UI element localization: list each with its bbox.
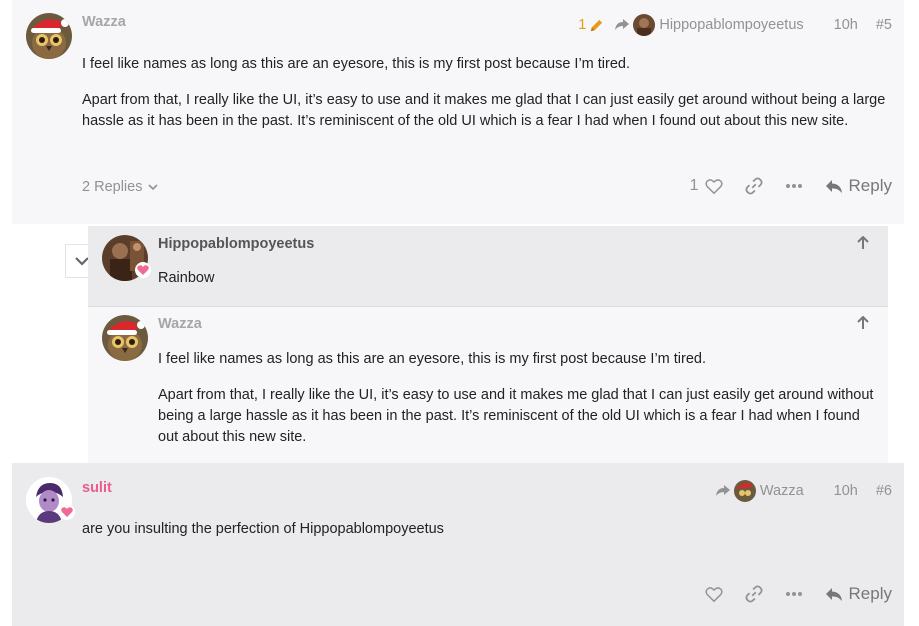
reply-to-username: Wazza [759,483,804,499]
post-meta: 1 Hippopablompoyeetus 10h #5 [578,14,892,36]
chevron-down-icon [148,184,159,191]
post-5: Wazza 1 Hippopablompoyeetus 10h #5 I fee… [12,0,904,224]
share-reply-icon [715,485,730,496]
post-date[interactable]: 10h [834,17,858,33]
reply-to-username: Hippopablompoyeetus [659,17,804,33]
link-icon [744,585,763,603]
link-icon [744,177,763,195]
reply-to-avatar [633,14,656,36]
post-paragraph: I feel like names as long as this are an… [158,351,707,367]
post-author-username[interactable]: sulit [82,480,112,496]
heart-icon [704,586,723,602]
more-actions-button[interactable] [785,183,803,189]
post-paragraph: Rainbow [158,270,215,286]
reply-to-link[interactable]: Hippopablompoyeetus [614,14,804,36]
post-date[interactable]: 10h [834,483,858,499]
embedded-post-body: Rainbow [158,268,858,304]
like-button[interactable] [704,586,723,603]
avatar-wazza[interactable] [26,13,72,59]
reply-icon [825,179,842,193]
reply-button[interactable]: Reply [825,176,892,196]
copy-link-button[interactable] [744,585,763,603]
post-actions: Reply [683,584,892,604]
post-number[interactable]: #6 [876,483,892,499]
edit-history-button[interactable]: 1 [578,17,604,33]
reply-to-link[interactable]: Wazza [715,480,804,502]
embedded-post-username[interactable]: Hippopablompoyeetus [158,236,314,252]
post-6: sulit Wazza 10h #6 are you insulting the… [12,463,904,626]
chevron-down-icon [75,257,89,266]
reply-label: Reply [848,584,892,603]
reply-label: Reply [848,176,892,195]
heart-badge-icon [135,262,151,278]
replies-toggle-button[interactable]: 2 Replies [82,179,159,195]
pencil-icon [591,19,603,31]
heart-badge-icon [59,504,75,520]
post-body: I feel like names as long as this are an… [82,54,892,147]
more-actions-button[interactable] [785,591,803,597]
embedded-post: Wazza I feel like names as long as this … [88,306,888,463]
post-author-username[interactable]: Wazza [82,14,126,30]
up-arrow-icon[interactable] [856,316,870,330]
reply-button[interactable]: Reply [825,584,892,604]
post-paragraph: Apart from that, I really like the UI, i… [158,387,874,445]
post-paragraph: Apart from that, I really like the UI, i… [82,92,886,129]
embedded-post-body: I feel like names as long as this are an… [158,349,878,463]
reply-icon [825,587,842,601]
embedded-post: Hippopablompoyeetus Rainbow [88,226,888,306]
like-button[interactable]: 1 [690,177,723,195]
edit-count: 1 [578,17,587,33]
post-actions: 1 Reply [668,176,892,196]
avatar-wazza[interactable] [102,315,148,361]
heart-icon [704,178,723,194]
more-icon [785,184,802,188]
more-icon [785,592,802,596]
replies-count-label: 2 Replies [82,179,143,195]
reply-to-avatar [733,480,756,502]
like-count: 1 [689,177,699,194]
embedded-post-username[interactable]: Wazza [158,316,202,332]
post-meta: Wazza 10h #6 [715,480,892,502]
post-paragraph: I feel like names as long as this are an… [82,56,631,72]
share-reply-icon [615,19,630,30]
post-body: are you insulting the perfection of Hipp… [82,519,892,555]
up-arrow-icon[interactable] [856,236,870,250]
post-paragraph: are you insulting the perfection of Hipp… [82,521,444,537]
copy-link-button[interactable] [744,177,763,195]
post-number[interactable]: #5 [876,17,892,33]
